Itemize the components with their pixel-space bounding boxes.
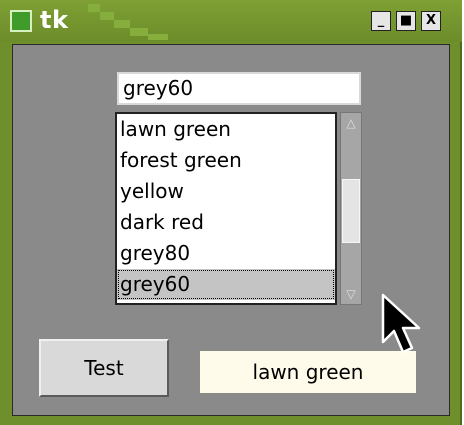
client-area: grey60 lawn green forest green yellow da… <box>12 44 450 416</box>
scroll-down-icon[interactable]: ▽ <box>343 286 359 302</box>
minimize-button[interactable]: _ <box>371 11 391 31</box>
title-decoration <box>100 12 114 20</box>
title-decoration <box>148 34 168 40</box>
window-title: tk <box>40 6 69 34</box>
scroll-up-icon[interactable]: △ <box>343 115 359 131</box>
color-entry[interactable]: grey60 <box>117 72 361 105</box>
title-decoration <box>130 28 148 36</box>
list-item[interactable]: dark red <box>117 207 335 238</box>
listbox-scrollbar[interactable]: △ ▽ <box>340 112 362 305</box>
list-item[interactable]: yellow <box>117 176 335 207</box>
list-item-selected[interactable]: grey60 <box>117 269 335 300</box>
test-button[interactable]: Test <box>39 339 169 397</box>
list-item[interactable]: lawn green <box>117 114 335 145</box>
title-decoration <box>88 4 100 12</box>
mouse-pointer-icon <box>381 293 421 354</box>
list-item[interactable]: forest green <box>117 145 335 176</box>
title-bar[interactable]: tk _ ■ X <box>0 0 462 42</box>
close-button[interactable]: X <box>421 11 441 31</box>
app-icon[interactable] <box>10 10 32 32</box>
list-item[interactable]: grey80 <box>117 238 335 269</box>
scrollbar-thumb[interactable] <box>342 179 360 243</box>
window-frame: tk _ ■ X grey60 lawn green forest green … <box>0 0 462 425</box>
maximize-button[interactable]: ■ <box>396 11 416 31</box>
color-listbox[interactable]: lawn green forest green yellow dark red … <box>115 112 337 305</box>
title-decoration <box>114 20 130 28</box>
